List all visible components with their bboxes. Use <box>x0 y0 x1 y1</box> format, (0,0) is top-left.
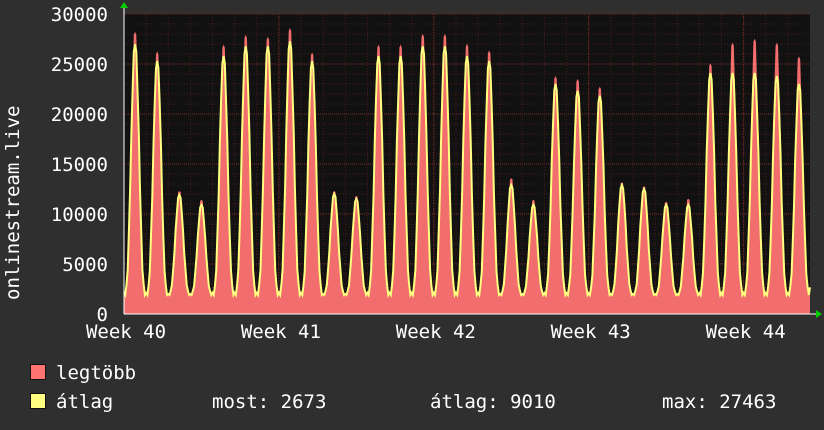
legend-max-label: legtöbb <box>56 362 137 384</box>
stat-average: átlag: 9010 <box>430 391 556 413</box>
y-tick-label: 30000 <box>51 4 108 26</box>
y-axis-arrow <box>120 2 128 8</box>
x-tick-label: Week 43 <box>551 321 631 343</box>
x-axis-arrow <box>816 310 822 318</box>
x-tick-label: Week 41 <box>241 321 321 343</box>
legend-avg-label: átlag <box>56 391 114 413</box>
stat-max: max: 27463 <box>662 391 777 413</box>
x-tick-label: Week 44 <box>706 321 786 343</box>
stat-now: most: 2673 <box>212 391 327 413</box>
y-tick-label: 5000 <box>62 254 108 276</box>
legend-max: legtöbb <box>30 362 136 384</box>
y-tick-label: 25000 <box>51 54 108 76</box>
y-tick-label: 20000 <box>51 104 108 126</box>
legend-avg: átlag <box>30 391 113 413</box>
y-axis-label: onlinestream.live <box>2 105 24 300</box>
y-tick-label: 15000 <box>51 154 108 176</box>
x-tick-label: Week 40 <box>86 321 166 343</box>
legend-avg-swatch <box>30 393 46 409</box>
y-tick-label: 10000 <box>51 204 108 226</box>
legend-max-swatch <box>30 364 46 380</box>
x-tick-label: Week 42 <box>396 321 476 343</box>
